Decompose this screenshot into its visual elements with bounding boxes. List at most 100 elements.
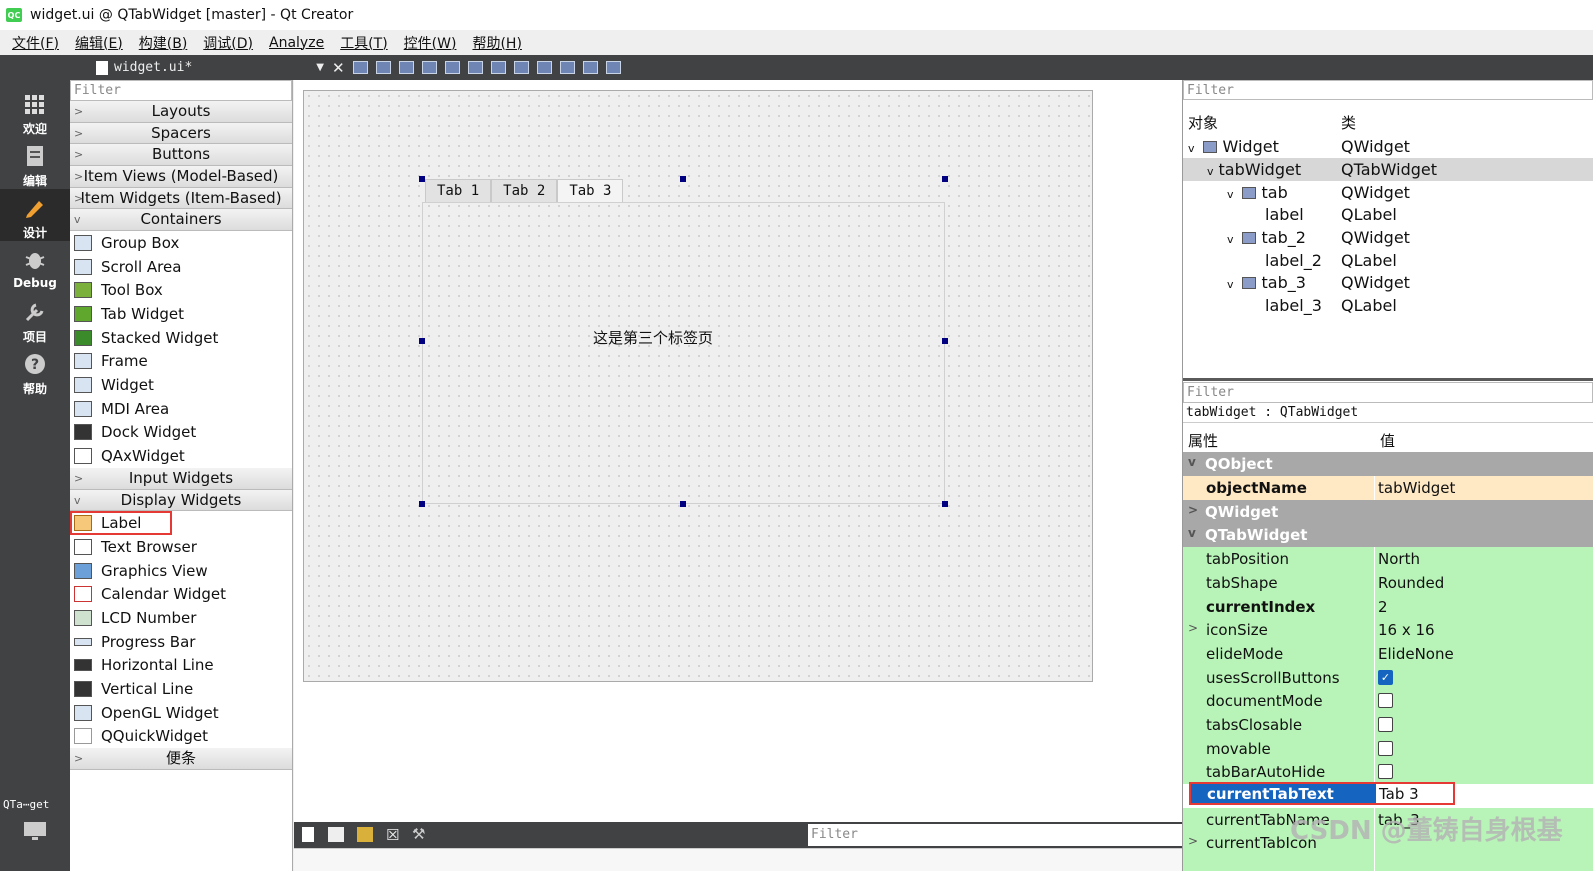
prop-iconSize[interactable]: > iconSize 16 x 16 [1183, 618, 1593, 642]
property-value[interactable]: Rounded [1378, 574, 1444, 592]
mode-welcome[interactable]: 欢迎 [0, 85, 70, 137]
checkbox[interactable] [1378, 741, 1393, 756]
panel-splitter[interactable] [1183, 378, 1593, 381]
resize-handle[interactable] [419, 176, 425, 182]
widget-text-browser[interactable]: Text Browser [70, 535, 292, 559]
object-row-selected[interactable]: v tabWidget QTabWidget [1183, 158, 1593, 181]
property-filter-input[interactable]: Filter [1183, 382, 1593, 403]
edit-signals-icon[interactable] [375, 61, 391, 74]
widget-group-box[interactable]: Group Box [70, 231, 292, 255]
widget-tab-widget[interactable]: Tab Widget [70, 302, 292, 326]
widget-opengl[interactable]: OpenGL Widget [70, 701, 292, 725]
delete-action-icon[interactable]: ☒ [386, 826, 399, 844]
object-row[interactable]: v tab_2 QWidget [1183, 226, 1593, 249]
category-item-views[interactable]: > Item Views (Model-Based) [70, 166, 292, 188]
section-qtabwidget[interactable]: v QTabWidget [1183, 523, 1593, 547]
break-layout-icon[interactable] [582, 61, 598, 74]
document-filename[interactable]: widget.ui* [114, 60, 192, 75]
tab-page-label[interactable]: 这是第三个标签页 [423, 327, 883, 348]
edit-buddies-icon[interactable] [398, 61, 414, 74]
category-layouts[interactable]: > Layouts [70, 101, 292, 123]
property-value-editor[interactable]: Tab 3 [1379, 785, 1419, 803]
widget-calendar[interactable]: Calendar Widget [70, 582, 292, 606]
menu-edit[interactable]: 编辑(E) [67, 33, 131, 53]
mode-debug[interactable]: Debug [0, 241, 70, 293]
resize-handle[interactable] [680, 176, 686, 182]
chevron-right-icon[interactable]: > [1188, 834, 1198, 848]
widget-widget[interactable]: Widget [70, 373, 292, 397]
resize-handle[interactable] [680, 501, 686, 507]
section-qwidget[interactable]: > QWidget [1183, 500, 1593, 524]
prop-tabBarAutoHide[interactable]: tabBarAutoHide [1183, 760, 1593, 784]
object-row[interactable]: v Widget QWidget [1183, 135, 1593, 158]
prop-tabPosition[interactable]: tabPosition North [1183, 547, 1593, 571]
menu-file[interactable]: 文件(F) [4, 33, 67, 53]
category-containers[interactable]: v Containers [70, 209, 292, 232]
property-value[interactable]: 2 [1378, 598, 1388, 616]
object-row[interactable]: label_2 QLabel [1183, 249, 1593, 272]
object-filter-input[interactable]: Filter [1183, 80, 1593, 100]
chevron-down-icon[interactable]: ▼ [316, 62, 324, 73]
monitor-icon[interactable] [22, 820, 48, 842]
resize-handle[interactable] [942, 176, 948, 182]
property-value[interactable]: 16 x 16 [1378, 621, 1435, 639]
prop-movable[interactable]: movable [1183, 737, 1593, 761]
widget-frame[interactable]: Frame [70, 350, 292, 374]
mode-design[interactable]: 设计 [0, 189, 70, 241]
widget-tool-box[interactable]: Tool Box [70, 279, 292, 303]
object-row[interactable]: label QLabel [1183, 203, 1593, 226]
resize-handle[interactable] [419, 501, 425, 507]
widget-horizontal-line[interactable]: Horizontal Line [70, 654, 292, 678]
menu-widgets[interactable]: 控件(W) [396, 33, 465, 53]
mode-edit[interactable]: 编辑 [0, 137, 70, 189]
checkbox[interactable] [1378, 717, 1393, 732]
category-item-widgets[interactable]: > Item Widgets (Item-Based) [70, 187, 292, 210]
layout-grid-icon[interactable] [536, 61, 552, 74]
property-value[interactable]: North [1378, 550, 1420, 568]
widget-mdi-area[interactable]: MDI Area [70, 397, 292, 421]
prop-tabShape[interactable]: tabShape Rounded [1183, 571, 1593, 595]
widget-qaxwidget[interactable]: QAxWidget [70, 444, 292, 468]
property-value[interactable]: tabWidget [1378, 479, 1455, 497]
widget-scroll-area[interactable]: Scroll Area [70, 255, 292, 279]
category-spacers[interactable]: > Spacers [70, 122, 292, 145]
widget-quick-widget[interactable]: QQuickWidget [70, 725, 292, 749]
widget-label-item[interactable]: Label [70, 511, 172, 536]
menu-tools[interactable]: 工具(T) [332, 33, 395, 53]
menu-debug[interactable]: 调试(D) [195, 33, 261, 53]
adjust-size-icon[interactable] [605, 61, 621, 74]
object-row[interactable]: label_3 QLabel [1183, 294, 1593, 317]
tab-1[interactable]: Tab 1 [425, 179, 492, 202]
layout-horizontal-icon[interactable] [444, 61, 460, 74]
resize-handle[interactable] [419, 338, 425, 344]
widget-vertical-line[interactable]: Vertical Line [70, 677, 292, 701]
tab-2[interactable]: Tab 2 [491, 179, 558, 202]
widget-filter-input[interactable]: Filter [70, 80, 292, 101]
menu-analyze[interactable]: Analyze [261, 35, 332, 51]
widget-lcd-number[interactable]: LCD Number [70, 606, 292, 630]
mode-projects[interactable]: 项目 [0, 293, 70, 345]
prop-objectName[interactable]: objectName tabWidget [1183, 476, 1593, 500]
property-value[interactable]: ElideNone [1378, 645, 1454, 663]
new-action-icon[interactable] [302, 827, 314, 842]
checkbox-checked[interactable]: ✓ [1378, 670, 1393, 685]
category-notes[interactable]: > 便条 [70, 748, 292, 770]
configure-icon[interactable]: ⚒ [412, 825, 425, 843]
widget-graphics-view[interactable]: Graphics View [70, 559, 292, 583]
menu-help[interactable]: 帮助(H) [464, 33, 529, 53]
layout-splitter-v-icon[interactable] [513, 61, 529, 74]
layout-form-icon[interactable] [559, 61, 575, 74]
prop-currentTabText[interactable]: currentTabText Tab 3 [1189, 782, 1455, 805]
resize-handle[interactable] [942, 501, 948, 507]
prop-tabsClosable[interactable]: tabsClosable [1183, 713, 1593, 737]
action-filter-input[interactable]: Filter [808, 824, 1182, 846]
object-row[interactable]: v tab QWidget [1183, 181, 1593, 204]
menu-build[interactable]: 构建(B) [131, 33, 196, 53]
widget-dock-widget[interactable]: Dock Widget [70, 421, 292, 445]
tab-page[interactable]: 这是第三个标签页 [422, 202, 945, 504]
edit-tab-order-icon[interactable] [421, 61, 437, 74]
checkbox[interactable] [1378, 693, 1393, 708]
prop-usesScrollButtons[interactable]: usesScrollButtons ✓ [1183, 666, 1593, 690]
prop-documentMode[interactable]: documentMode [1183, 689, 1593, 713]
chevron-right-icon[interactable]: > [1188, 621, 1198, 635]
